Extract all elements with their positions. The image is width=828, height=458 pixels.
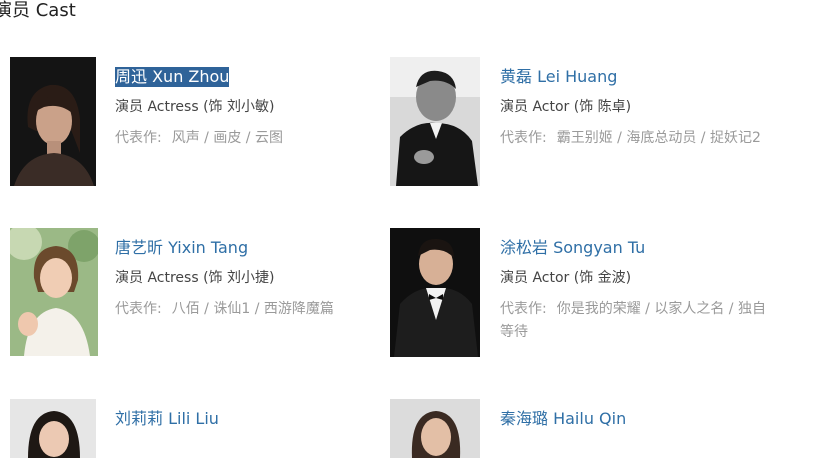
cast-photo[interactable] [390,57,480,186]
cast-name-link[interactable]: 涂松岩 Songyan Tu [500,238,645,258]
cast-works: 代表作: 八佰 / 诛仙1 / 西游降魔篇 [115,298,390,321]
cast-photo[interactable] [390,228,480,357]
cast-name-link[interactable]: 唐艺昕 Yixin Tang [115,238,248,258]
works-list: 风声 / 画皮 / 云图 [171,130,283,146]
cast-card: 刘莉莉 Lili Liu [10,399,410,458]
works-list: 霸王别姬 / 海底总动员 / 捉妖记2 [556,130,761,146]
cast-works: 代表作: 你是我的荣耀 / 以家人之名 / 独自等待 [500,298,775,344]
cast-role: 演员 Actress (饰 刘小捷) [115,270,275,286]
cast-works: 代表作: 霸王别姬 / 海底总动员 / 捉妖记2 [500,127,775,150]
cast-photo[interactable] [390,399,480,458]
cast-works: 代表作: 风声 / 画皮 / 云图 [115,127,390,150]
cast-card: 周迅 Xun Zhou 演员 Actress (饰 刘小敏) 代表作: 风声 / … [10,57,410,197]
cast-role: 演员 Actor (饰 陈卓) [500,99,632,115]
works-list: 八佰 / 诛仙1 / 西游降魔篇 [171,301,334,317]
cast-photo[interactable] [10,228,98,356]
section-title: 演员 Cast [0,0,76,21]
works-label: 代表作: [500,130,547,146]
cast-name-link[interactable]: 刘莉莉 Lili Liu [115,409,219,429]
cast-name-link[interactable]: 黄磊 Lei Huang [500,67,617,87]
cast-card: 秦海璐 Hailu Qin [390,399,790,458]
cast-role: 演员 Actress (饰 刘小敏) [115,99,275,115]
cast-card: 涂松岩 Songyan Tu 演员 Actor (饰 金波) 代表作: 你是我的荣… [390,228,790,368]
cast-card: 黄磊 Lei Huang 演员 Actor (饰 陈卓) 代表作: 霸王别姬 / … [390,57,790,197]
cast-role: 演员 Actor (饰 金波) [500,270,632,286]
cast-photo[interactable] [10,399,96,458]
cast-name-link[interactable]: 秦海璐 Hailu Qin [500,409,626,429]
cast-name-link[interactable]: 周迅 Xun Zhou [115,67,230,87]
cast-photo[interactable] [10,57,96,186]
works-label: 代表作: [500,301,547,317]
works-label: 代表作: [115,130,162,146]
works-label: 代表作: [115,301,162,317]
cast-card: 唐艺昕 Yixin Tang 演员 Actress (饰 刘小捷) 代表作: 八佰… [10,228,410,368]
